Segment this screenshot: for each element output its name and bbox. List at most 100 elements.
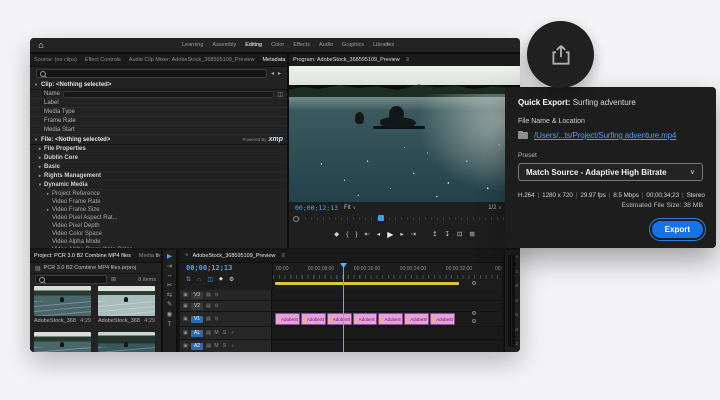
quick-export-button[interactable] (527, 21, 594, 88)
clip-section-header[interactable]: ▾ Clip: <Nothing selected> (30, 80, 287, 90)
program-scrubber[interactable] (293, 214, 516, 223)
track-lane[interactable] (272, 340, 502, 352)
program-video[interactable] (289, 66, 520, 202)
metadata-sub-row[interactable]: Video Alpha Mode (30, 238, 287, 246)
program-tab[interactable]: Program: AdobeStock_368595109_Preview (289, 57, 404, 63)
clip-thumbnail[interactable] (34, 332, 91, 353)
work-area-bar[interactable] (275, 282, 459, 285)
workspace-overflow-icon[interactable]: » (386, 38, 390, 52)
export-button[interactable]: Export (652, 221, 703, 238)
insert-sequence-icon[interactable]: ⇅ (186, 277, 191, 283)
metadata-group-row[interactable]: ▸ Rights Management (30, 172, 287, 181)
sync-lock-icon[interactable]: ▤ (206, 304, 211, 309)
lock-icon[interactable]: ▣ (183, 293, 188, 298)
track-header[interactable]: ▣ A2 ▤ M S ♪ (180, 340, 272, 352)
panel-tab[interactable]: Metadata (258, 57, 287, 63)
metadata-search-input[interactable] (36, 69, 267, 78)
scrollbar-handle[interactable] (472, 319, 476, 323)
mic-icon[interactable]: ♪ (230, 344, 235, 349)
clip-thumbnail[interactable] (34, 286, 91, 316)
scrubber-playhead[interactable] (378, 215, 384, 221)
metadata-group-row[interactable]: ▸ File Properties (30, 145, 287, 154)
track-header[interactable]: ▣ V1 ▤ ⊙ (180, 312, 272, 326)
project-clip-item[interactable]: AdobeStock_3685448.. 4;29 (34, 286, 91, 327)
project-clip-item[interactable]: AdobeStock_3685448.. 4;29 (98, 332, 155, 353)
track-lane[interactable] (272, 301, 502, 311)
project-tab[interactable]: Project: PCR 3.0 B2 Combine MP4 files (30, 253, 135, 259)
mic-icon[interactable]: ♪ (230, 331, 235, 336)
name-input[interactable] (63, 91, 274, 98)
metadata-sub-row[interactable]: Video Frame Rate (30, 198, 287, 206)
metadata-sub-row[interactable]: Video Color Space (30, 230, 287, 238)
scrollbar-handle[interactable] (472, 281, 476, 285)
pen-tool[interactable]: ✎ (167, 302, 172, 309)
preset-select[interactable]: Match Source - Adaptive High Bitrate ∨ (518, 163, 703, 181)
file-section-header[interactable]: ▾ File: <Nothing selected> Powered By xm… (30, 135, 287, 145)
workspace-tab[interactable]: Audio (319, 42, 333, 48)
track-lane[interactable]: AdobeSt AdobeSt AdobeSt (272, 312, 502, 326)
timeline-clip[interactable]: AdobeSt (327, 313, 352, 325)
type-tool[interactable]: T (168, 322, 172, 329)
button-editor-icon[interactable]: ⊞ (469, 232, 474, 239)
track-target-badge[interactable]: V2 (191, 303, 203, 310)
step-back-button[interactable]: ◂ (377, 232, 380, 239)
razor-tool[interactable]: ✂ (167, 283, 172, 290)
scrollbar-handle[interactable] (472, 311, 476, 315)
timeline-clip[interactable]: AdobeSt (301, 313, 326, 325)
play-button[interactable]: ▶ (387, 231, 393, 239)
project-search-input[interactable] (35, 275, 107, 284)
eye-icon[interactable]: ⊙ (214, 317, 219, 322)
slip-tool[interactable]: ⇆ (167, 293, 172, 300)
export-frame-button[interactable]: ⊡ (457, 232, 462, 239)
clip-thumbnail[interactable] (98, 286, 155, 316)
ripple-edit-tool[interactable]: ↔ (166, 273, 173, 280)
solo-button[interactable]: S (222, 344, 227, 349)
close-icon[interactable]: × (185, 253, 189, 259)
add-marker-button[interactable]: ◆ (334, 232, 339, 239)
mute-button[interactable]: M (214, 344, 219, 349)
metadata-group-row[interactable]: ▸ Basic (30, 163, 287, 172)
lock-icon[interactable]: ▣ (183, 317, 188, 322)
track-target-badge[interactable]: A1 (191, 330, 203, 337)
lift-button[interactable]: ↥ (432, 232, 437, 239)
track-lane[interactable] (272, 327, 502, 339)
timeline-clip[interactable]: AdobeSt (404, 313, 429, 325)
clip-thumbnail[interactable] (98, 332, 155, 353)
step-forward-button[interactable]: ▸ (400, 232, 403, 239)
sync-lock-icon[interactable]: ▤ (206, 293, 211, 298)
hand-tool[interactable]: ◉ (167, 312, 173, 319)
timeline-ruler[interactable]: 00;0000;00;08;0000;00;16;0000;00;24;0000… (272, 262, 502, 290)
workspace-tab[interactable]: Effects (293, 42, 310, 48)
track-target-badge[interactable]: V3 (191, 292, 203, 299)
track-select-tool[interactable]: ⇥ (167, 264, 172, 271)
workspace-tab[interactable]: Color (271, 42, 284, 48)
workspace-tab[interactable]: Graphics (342, 42, 364, 48)
panel-tab[interactable]: Source: (no clips) (30, 57, 81, 63)
add-marker-icon[interactable]: ◆ (219, 277, 223, 283)
new-bin-icon[interactable]: ⊞ (111, 276, 116, 283)
workspace-tab[interactable]: Assembly (212, 42, 236, 48)
lock-icon[interactable]: ▣ (183, 331, 188, 336)
panel-tab[interactable]: Audio Clip Mixer: AdobeStock_368595109_P… (125, 57, 259, 63)
metadata-group-row[interactable]: ▸ Dublin Core (30, 154, 287, 163)
workspace-tab[interactable]: Libraries (373, 42, 394, 48)
sync-lock-icon[interactable]: ▤ (206, 317, 211, 322)
extract-button[interactable]: ↧ (445, 232, 450, 239)
next-result-icon[interactable]: ▸ (278, 70, 281, 77)
track-header[interactable]: ▣ V3 ▤ ⊙ (180, 290, 272, 300)
metadata-sub-row[interactable]: Video Pixel Aspect Rat... (30, 214, 287, 222)
track-header[interactable]: ▣ V2 ▤ ⊙ (180, 301, 272, 311)
lock-icon[interactable]: ▣ (183, 344, 188, 349)
lock-icon[interactable]: ▣ (183, 304, 188, 309)
home-icon[interactable]: ⌂ (34, 38, 48, 52)
panel-overflow-icon[interactable]: » (156, 250, 159, 262)
timeline-settings-icon[interactable]: ⚙ (229, 277, 234, 283)
dynamic-media-header[interactable]: ▾ Dynamic Media (30, 181, 287, 190)
mute-button[interactable]: M (214, 331, 219, 336)
panel-tab[interactable]: Effect Controls (81, 57, 125, 63)
sync-lock-icon[interactable]: ▤ (206, 331, 211, 336)
metadata-sub-row[interactable]: Video Pixel Depth (30, 222, 287, 230)
go-to-in-button[interactable]: ⇤ (364, 232, 369, 239)
eye-icon[interactable]: ⊙ (214, 293, 219, 298)
track-lane[interactable] (272, 290, 502, 300)
